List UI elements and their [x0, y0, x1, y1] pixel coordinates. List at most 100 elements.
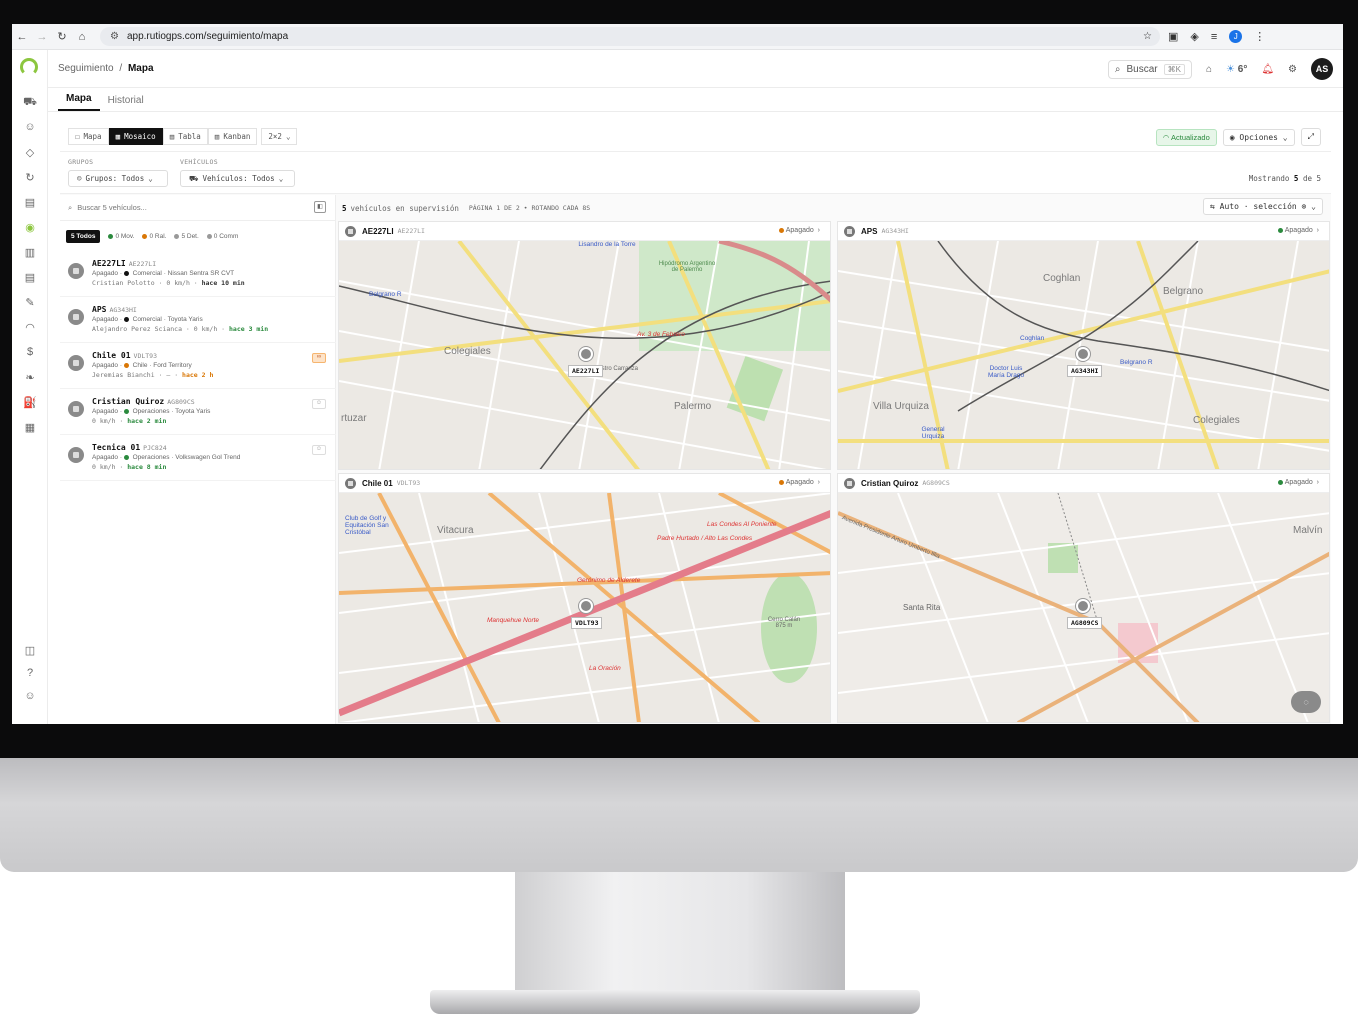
map-tile[interactable]: APS AG343HI Apagado › Coghlan Belgrano V… — [837, 221, 1330, 470]
view-tabla-button[interactable]: ▤ Tabla — [162, 128, 208, 145]
view-mapa-button[interactable]: ☐ Mapa — [68, 128, 109, 145]
map-tile[interactable]: Chile 01 VDLT93 Apagado › Vitacura Las C… — [338, 473, 831, 723]
car-icon[interactable]: ⛟ — [12, 96, 48, 110]
breadcrumb-separator: / — [119, 63, 123, 74]
view-kanban-button[interactable]: ▥ Kanban — [207, 128, 258, 145]
group-icon: ☺ — [77, 174, 82, 183]
list-item[interactable]: Chile 01 VDLT93 Apagado · Chile · Ford Te… — [60, 343, 336, 389]
tile-status[interactable]: Apagado › — [1277, 227, 1319, 234]
global-search-button[interactable]: ⌕ Buscar ⌘K — [1107, 59, 1192, 79]
leaf-icon[interactable]: ❧ — [12, 371, 48, 384]
kanban-icon: ▥ — [214, 132, 220, 141]
home-icon[interactable]: ⌂ — [72, 31, 92, 43]
media-icon[interactable]: ≡ — [1211, 31, 1217, 43]
tile-status[interactable]: Apagado › — [778, 227, 820, 234]
extensions-icon[interactable]: ◈ — [1190, 30, 1198, 43]
user-icon[interactable]: ☺ — [12, 690, 48, 702]
tile-status[interactable]: Apagado › — [1277, 479, 1319, 486]
browser-menu-icon[interactable]: ⋮ — [1254, 30, 1265, 43]
page-tabs: Mapa Historial — [48, 88, 1343, 112]
view-mosaico-button[interactable]: ▦ Mosaico — [108, 128, 163, 145]
site-settings-icon[interactable]: ⚙ — [110, 31, 119, 42]
document-icon[interactable]: ▤ — [12, 196, 48, 209]
profile-avatar[interactable]: J — [1229, 30, 1243, 43]
vehicle-marker[interactable] — [1076, 599, 1090, 613]
list-item[interactable]: Tecnica 01 PJC824 Apagado · Operaciones ·… — [60, 435, 336, 481]
map-place-label: General Urquiza — [921, 426, 945, 440]
link-icon[interactable]: ∞ — [312, 353, 326, 363]
bar-chart-icon[interactable]: ▥ — [12, 246, 48, 259]
vehicle-marker[interactable] — [579, 599, 593, 613]
status-det-chip[interactable]: 5 Det. — [174, 233, 199, 240]
vehicle-marker[interactable] — [1076, 347, 1090, 361]
tile-vehicle-plate: VDLT93 — [396, 479, 421, 487]
route-icon[interactable]: ↻ — [12, 171, 48, 184]
dollar-icon[interactable]: $ — [12, 346, 48, 358]
map-tile[interactable]: Cristian Quiroz AG809CS Apagado › Santa … — [837, 473, 1330, 723]
grid-icon[interactable]: ▦ — [12, 421, 48, 434]
tab-mapa[interactable]: Mapa — [58, 93, 100, 111]
status-mov-chip[interactable]: 0 Mov. — [108, 233, 134, 240]
forward-icon[interactable]: → — [32, 31, 52, 43]
map-view[interactable]: Vitacura Las Condes Al Poniente Padre Hu… — [339, 491, 830, 722]
map-view[interactable]: Coghlan Belgrano Villa Urquiza Colegiale… — [838, 240, 1329, 469]
status-ral-chip[interactable]: 0 Ral. — [142, 233, 166, 240]
map-tile[interactable]: AE227LI AE227LI Apagado › Colegiales Pal… — [338, 221, 831, 470]
bookmark-star-icon[interactable]: ☆ — [1143, 31, 1152, 42]
showing-count: Mostrando 5 de 5 — [1249, 174, 1321, 183]
vehicle-search-input[interactable]: ⌕ Buscar 5 vehículos... ◧ — [60, 195, 336, 221]
list-item[interactable]: APS AG343HI Apagado · Comercial · Toyota … — [60, 297, 336, 343]
status-comm-chip[interactable]: 0 Comm — [206, 233, 238, 240]
vehicle-speed: 0 km/h — [166, 279, 190, 287]
reload-icon[interactable]: ↻ — [52, 30, 72, 43]
options-button[interactable]: ◉ Opciones ⌄ — [1222, 128, 1295, 146]
settings-icon[interactable]: ⚙ — [1288, 64, 1297, 75]
view-kanban-label: Kanban — [223, 132, 251, 141]
groups-select[interactable]: ☺ Grupos: Todos ⌄ — [68, 170, 168, 187]
grid-size-select[interactable]: 2×2 ⌄ — [261, 128, 298, 145]
tile-status[interactable]: Apagado › — [778, 479, 820, 486]
help-icon[interactable]: ? — [12, 667, 48, 679]
location-pin-icon[interactable]: ◉ — [12, 221, 48, 234]
filters-bar: GRUPOS ☺ Grupos: Todos ⌄ VEHÍCULOS ⛟ Vehíc… — [60, 152, 1331, 194]
auto-select-button[interactable]: ⇆ Auto · selección ⊗ ⌄ — [1203, 198, 1323, 215]
logo-icon[interactable] — [20, 58, 38, 76]
weather-widget[interactable]: ☀ 6° — [1226, 64, 1247, 75]
notifications-icon[interactable]: 🔔︎ — [1261, 64, 1274, 75]
chat-icon[interactable]: ◌ — [1291, 691, 1321, 713]
groups-label: GRUPOS — [68, 158, 94, 166]
map-place-label: Villa Urquiza — [873, 401, 929, 412]
report-icon[interactable]: ▤ — [12, 271, 48, 284]
user-avatar[interactable]: AS — [1311, 58, 1333, 80]
vehicle-plate: PJC824 — [143, 444, 167, 452]
vehicles-select[interactable]: ⛟ Vehículos: Todos ⌄ — [180, 170, 295, 187]
fuel-icon[interactable]: ⛽ — [12, 396, 48, 409]
list-item[interactable]: AE227LI AE227LI Apagado · Comercial · Nis… — [60, 251, 336, 297]
vehicle-driver: Cristian Polotto — [92, 279, 155, 287]
vehicle-marker[interactable] — [579, 347, 593, 361]
layers-icon[interactable]: ◇ — [12, 146, 48, 159]
app-header: Seguimiento / Mapa ⌕ Buscar ⌘K ⌂ ☀ 6° 🔔︎… — [48, 50, 1343, 88]
address-bar[interactable]: ⚙ app.rutiogps.com/seguimiento/mapa ☆ — [100, 27, 1160, 46]
list-item[interactable]: Cristian Quiroz AG809CS Apagado · Operaci… — [60, 389, 336, 435]
tile-vehicle-plate: AG809CS — [922, 479, 950, 487]
tab-historial[interactable]: Historial — [100, 95, 152, 111]
driver-icon[interactable]: ☺ — [312, 445, 326, 455]
map-view[interactable]: Santa Rita Malvín Avenida Presidente Art… — [838, 492, 1329, 722]
save-icon[interactable]: ▣ — [1168, 30, 1178, 43]
back-icon[interactable]: ← — [12, 31, 32, 43]
gauge-icon[interactable]: ◠ — [12, 321, 48, 334]
fullscreen-icon[interactable]: ⤢ — [1300, 128, 1321, 146]
collapse-panel-icon[interactable]: ◧ — [314, 201, 326, 213]
home-app-icon[interactable]: ⌂ — [1206, 64, 1212, 75]
users-icon[interactable]: ☺ — [12, 121, 48, 133]
breadcrumb-parent[interactable]: Seguimiento — [58, 63, 114, 74]
wrench-icon[interactable]: ✎ — [12, 296, 48, 309]
driver-icon[interactable]: ☺ — [312, 399, 326, 409]
map-view[interactable]: Colegiales Palermo Belgrano R Lisandro d… — [339, 238, 830, 469]
map-place-label: Santa Rita — [903, 603, 941, 612]
panel-icon[interactable]: ◫ — [12, 644, 48, 657]
status-all-chip[interactable]: 5 Todos — [66, 230, 101, 243]
vehicle-name: APS — [92, 305, 107, 314]
vehicle-icon — [345, 225, 356, 237]
